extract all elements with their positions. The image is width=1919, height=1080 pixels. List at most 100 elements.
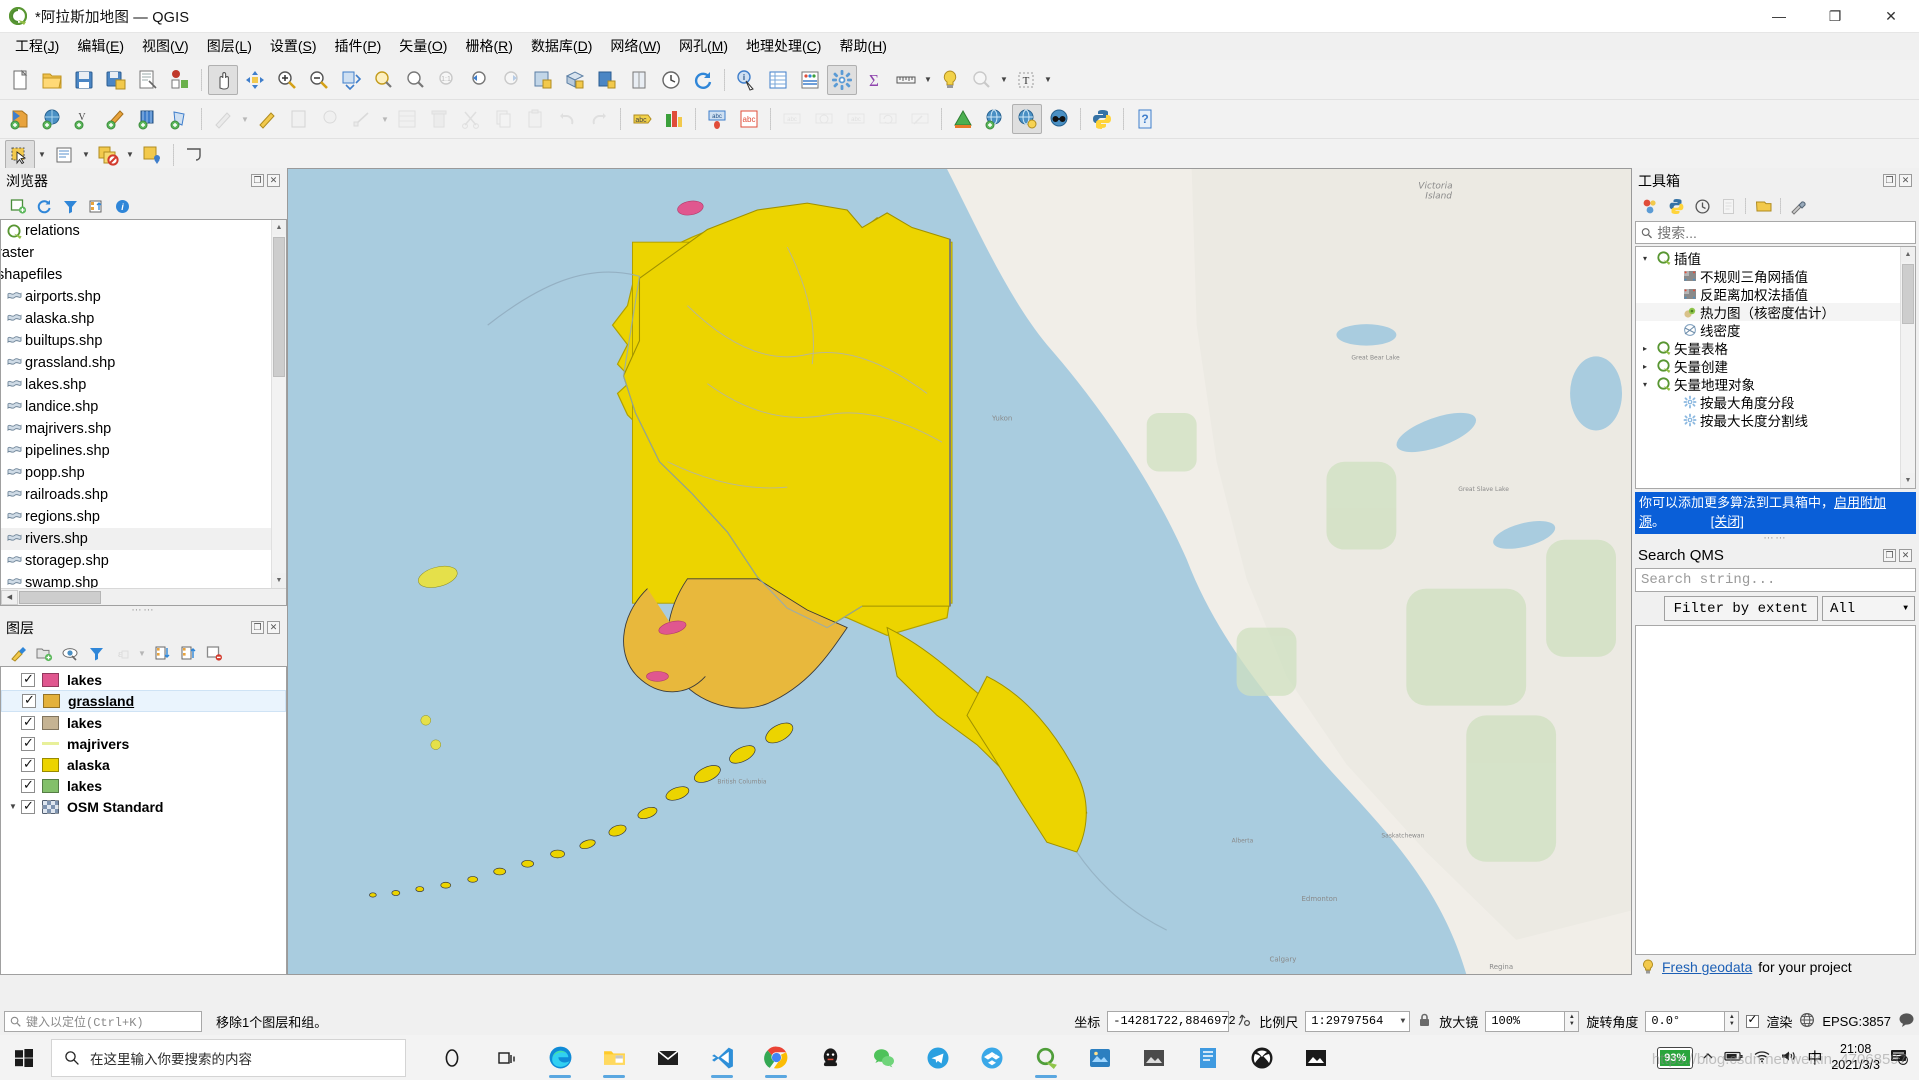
zoom-out-button[interactable]	[304, 65, 334, 95]
toolbox-vertical-scrollbar[interactable]: ▲ ▼	[1900, 247, 1915, 489]
toolbox-scroll-up-icon[interactable]: ▲	[1901, 247, 1915, 262]
options-icon[interactable]	[1786, 195, 1810, 217]
pan-map-button[interactable]	[208, 64, 238, 95]
browser-scroll-down-icon[interactable]: ▼	[272, 573, 286, 588]
measure-area-button[interactable]	[180, 140, 210, 170]
qms-undock-icon[interactable]: ❐	[1883, 548, 1896, 562]
chevron-down-icon[interactable]: ▾	[1636, 254, 1654, 263]
select-by-location-button[interactable]	[137, 140, 167, 170]
taskbar-clock[interactable]: 21:08 2021/3/3	[1831, 1042, 1880, 1073]
save-layer-edits-button[interactable]	[284, 104, 314, 134]
minimize-button[interactable]: —	[1751, 0, 1807, 33]
toolbox-algorithm[interactable]: 按最大角度分段	[1636, 393, 1900, 411]
coordinate-field[interactable]: -14281722,8846972	[1107, 1010, 1236, 1032]
add-mesh-layer-button[interactable]	[165, 104, 195, 134]
filter-legend-icon[interactable]	[84, 642, 108, 664]
refresh-icon[interactable]	[32, 195, 56, 217]
browser-close-icon[interactable]: ✕	[267, 174, 280, 187]
cut-features-button[interactable]	[456, 104, 486, 134]
xbox-icon[interactable]	[1238, 1035, 1286, 1080]
toolbox-search-input[interactable]	[1657, 224, 1915, 241]
qms-search-button[interactable]	[1044, 104, 1074, 134]
current-edits-button[interactable]	[208, 104, 238, 134]
select-by-expression-caret[interactable]: ▼	[80, 141, 92, 169]
menu-view[interactable]: 视图(V)	[133, 32, 198, 61]
menu-project[interactable]: 工程(J)	[6, 32, 68, 61]
redo-button[interactable]	[584, 104, 614, 134]
chevron-down-icon[interactable]: ▾	[1636, 380, 1654, 389]
browser-item[interactable]: storagep.shp	[1, 550, 271, 572]
scale-combo[interactable]: 1:29797564 ▼	[1305, 1010, 1411, 1032]
toolbox-search-box[interactable]	[1635, 221, 1916, 244]
dropbox-icon[interactable]	[968, 1035, 1016, 1080]
processing-toolbox-button[interactable]	[827, 64, 857, 95]
fresh-geodata-link[interactable]: Fresh geodata	[1662, 959, 1752, 975]
locator-search-box[interactable]: 键入以定位(Ctrl+K)	[4, 1010, 202, 1032]
measure-dropdown-caret[interactable]: ▼	[922, 66, 934, 94]
coordinate-capture-icon[interactable]	[1236, 1012, 1252, 1031]
collapse-all-layers-icon[interactable]	[176, 642, 200, 664]
layers-undock-icon[interactable]: ❐	[251, 621, 264, 634]
telegram-icon[interactable]	[914, 1035, 962, 1080]
layer-row[interactable]: majrivers	[1, 733, 286, 754]
save-project-as-button[interactable]	[101, 65, 131, 95]
select-features-button[interactable]	[5, 139, 35, 170]
revert-label-button[interactable]	[873, 104, 903, 134]
statistical-summary-button[interactable]: Σ	[859, 65, 889, 95]
open-attribute-table-button[interactable]	[763, 65, 793, 95]
copy-features-button[interactable]	[488, 104, 518, 134]
rotate-label-button[interactable]	[809, 104, 839, 134]
toolbox-undock-icon[interactable]: ❐	[1883, 174, 1896, 187]
battery-indicator[interactable]: 93%	[1657, 1046, 1694, 1069]
toolbox-algorithm[interactable]: 线密度	[1636, 321, 1900, 339]
zoom-next-button[interactable]	[496, 65, 526, 95]
menu-raster[interactable]: 栅格(R)	[456, 32, 521, 61]
browser-undock-icon[interactable]: ❐	[251, 174, 264, 187]
qgis-icon[interactable]	[1022, 1035, 1070, 1080]
filter-by-extent-button[interactable]: Filter by extent	[1663, 596, 1818, 621]
edit-model-icon[interactable]	[1751, 195, 1775, 217]
vscode-icon[interactable]	[698, 1035, 746, 1080]
taskbar-search-box[interactable]: 在这里输入你要搜索的内容	[51, 1038, 406, 1077]
qq-icon[interactable]	[806, 1035, 854, 1080]
toolbox-scroll-thumb[interactable]	[1902, 264, 1914, 324]
new-map-view-button[interactable]	[528, 65, 558, 95]
wifi-icon[interactable]	[1753, 1049, 1771, 1066]
battery-icon[interactable]	[1724, 1049, 1744, 1066]
menu-vector[interactable]: 矢量(O)	[390, 32, 456, 61]
ime-icon[interactable]: 中	[1807, 1047, 1822, 1068]
models-icon[interactable]	[1638, 195, 1662, 217]
undo-button[interactable]	[552, 104, 582, 134]
messages-icon[interactable]	[1898, 1012, 1915, 1031]
chevron-right-icon[interactable]: ▸	[1636, 362, 1654, 371]
add-spatialite-layer-button[interactable]	[101, 104, 131, 134]
chevron-down-icon[interactable]: ▼	[5, 802, 21, 811]
map-tips-button[interactable]	[935, 65, 965, 95]
browser-scroll-up-icon[interactable]: ▲	[272, 220, 286, 235]
toolbox-group[interactable]: ▾ 矢量地理对象	[1636, 375, 1900, 393]
browser-scroll-thumb[interactable]	[273, 237, 285, 377]
browser-item[interactable]: popp.shp	[1, 462, 271, 484]
refresh-map-button[interactable]	[688, 65, 718, 95]
layer-row[interactable]: grassland	[1, 690, 286, 712]
qms-search-field[interactable]: Search string...	[1635, 568, 1916, 592]
browser-item[interactable]: regions.shp	[1, 506, 271, 528]
filter-icon[interactable]	[58, 195, 82, 217]
browser-item[interactable]: majrivers.shp	[1, 418, 271, 440]
deselect-caret[interactable]: ▼	[124, 141, 136, 169]
browser-item[interactable]: relations	[1, 220, 271, 242]
menu-layer[interactable]: 图层(L)	[198, 32, 261, 61]
layer-row[interactable]: lakes	[1, 775, 286, 796]
browser-horizontal-scrollbar[interactable]: ◀	[1, 588, 286, 605]
layer-visibility-checkbox[interactable]	[21, 756, 35, 772]
lock-icon[interactable]	[1417, 1012, 1432, 1031]
windows-start-icon[interactable]	[0, 1035, 48, 1080]
zoom-native-button[interactable]: 1:1	[432, 65, 462, 95]
magnifier-field[interactable]: 100%	[1485, 1010, 1566, 1032]
current-edits-caret[interactable]: ▼	[239, 105, 251, 133]
toolbox-tree[interactable]: ▾ 插值 不规则三角网插值 反距离加权法插值 热力图（核密度估计） 线密度 ▸ 矢量表格 ▸ 矢量…	[1635, 246, 1916, 490]
new-3d-view-button[interactable]	[560, 65, 590, 95]
render-checkbox[interactable]	[1746, 1012, 1760, 1028]
rotation-field[interactable]: 0.0°	[1645, 1010, 1726, 1032]
toolbox-algorithm[interactable]: 不规则三角网插值	[1636, 267, 1900, 285]
